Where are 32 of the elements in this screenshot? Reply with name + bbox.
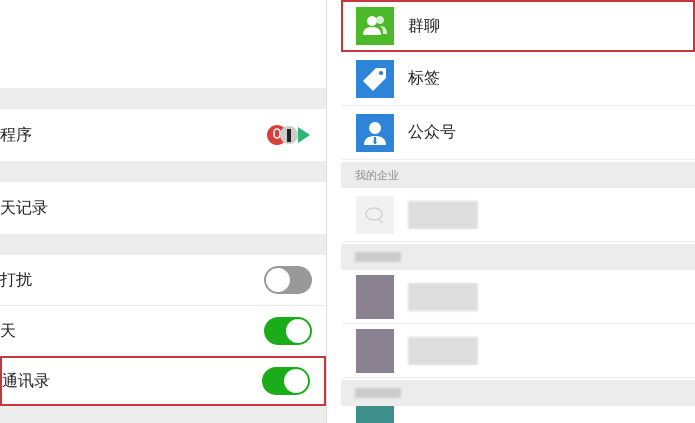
contact-row[interactable]: 群聊 [341, 0, 695, 52]
blurred-name [408, 200, 478, 228]
contact-entry-label: 标签 [408, 68, 440, 89]
toggle-switch[interactable] [264, 266, 312, 294]
contact-entry-label: 公众号 [408, 122, 456, 143]
person-icon [356, 114, 394, 152]
blurred-header [355, 388, 401, 398]
blurred-header [355, 252, 401, 262]
photo-placeholder [356, 328, 394, 372]
photo-placeholder [356, 274, 394, 318]
group-icon [356, 7, 394, 45]
blurred-name [408, 336, 478, 364]
setting-row[interactable]: 天 [0, 306, 326, 356]
app-icons-drawing [266, 124, 312, 146]
contact-row[interactable]: 标签 [341, 52, 695, 106]
setting-label: 天 [0, 320, 16, 342]
setting-label: 通讯录 [2, 370, 50, 392]
chat-icon [356, 196, 394, 234]
toggle-switch[interactable] [262, 367, 310, 395]
setting-row[interactable]: 天记录 [0, 182, 326, 234]
contact-entry-label: 群聊 [408, 16, 440, 36]
tag-icon [356, 60, 394, 98]
blurred-name [408, 282, 478, 310]
section-header: 我的企业 [355, 168, 399, 182]
toggle-switch[interactable] [264, 317, 312, 345]
setting-label: 天记录 [0, 198, 48, 218]
setting-row[interactable]: 通讯录 [0, 356, 326, 406]
setting-label: 程序 [0, 124, 32, 146]
contact-row[interactable]: 公众号 [341, 106, 695, 160]
setting-label: 打扰 [0, 270, 32, 290]
setting-row[interactable]: 程序 [0, 109, 326, 161]
setting-row[interactable]: 打扰 [0, 255, 326, 305]
